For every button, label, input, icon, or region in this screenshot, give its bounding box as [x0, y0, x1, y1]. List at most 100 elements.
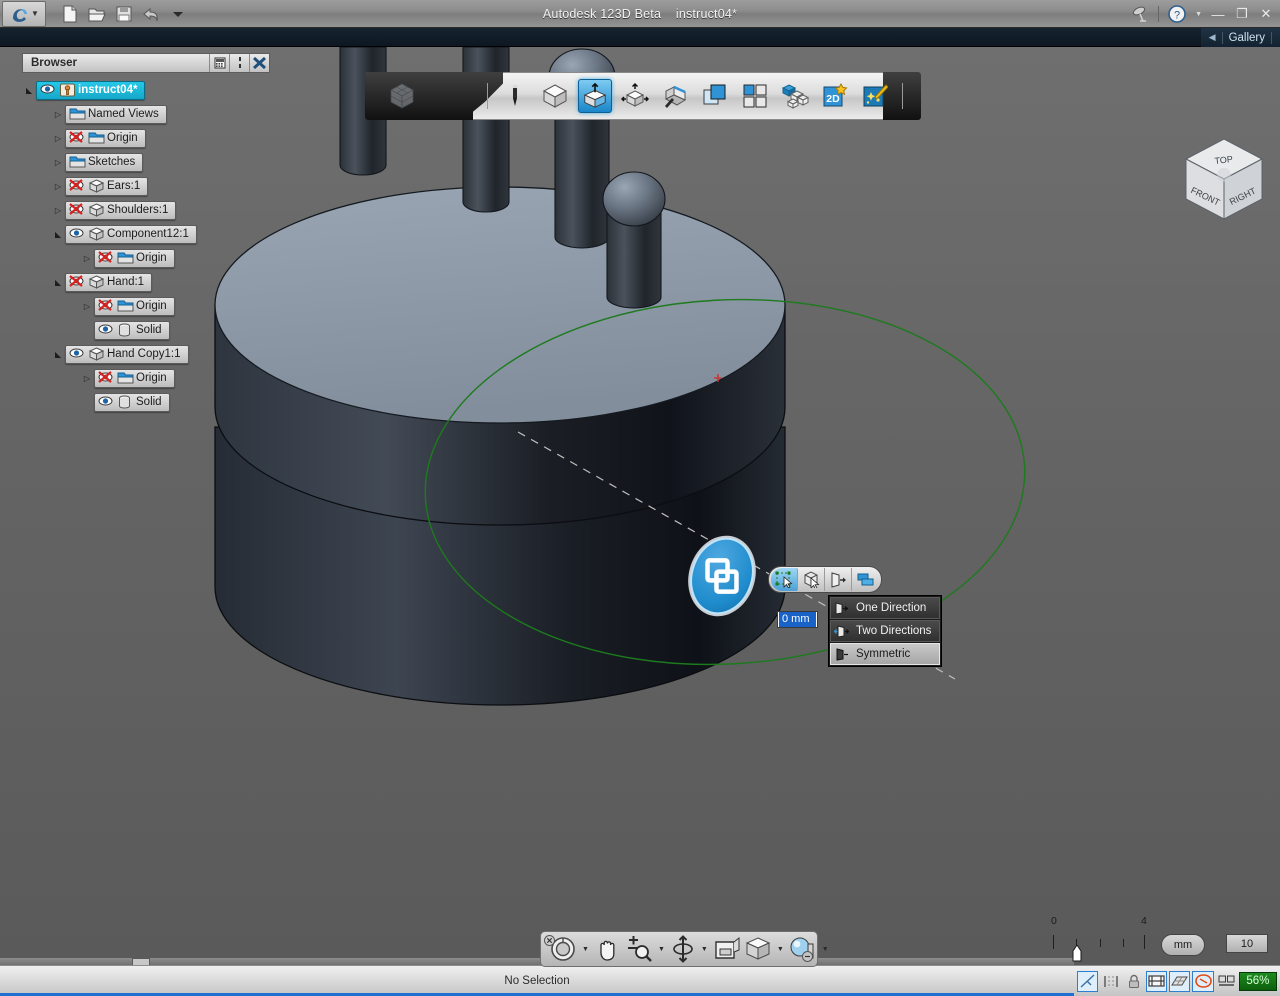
- tree-row[interactable]: Origin: [22, 296, 270, 316]
- tree-node-ears-1[interactable]: Ears:1: [65, 177, 148, 196]
- tree-node-hand-copy1-1[interactable]: Hand Copy1:1: [65, 345, 189, 364]
- primitives-tool[interactable]: [538, 79, 572, 113]
- view-style-dropdown-icon[interactable]: ▼: [777, 946, 784, 953]
- tree-row[interactable]: Component12:1: [22, 224, 270, 244]
- navigation-bar[interactable]: ▼ ▼ ▼ ▼: [540, 931, 818, 967]
- zoom-level-display[interactable]: 56%: [1239, 972, 1277, 991]
- customize-qat-icon[interactable]: [168, 4, 188, 24]
- ribbon-collapse-icon[interactable]: ◀: [1209, 32, 1216, 43]
- tree-twisty-icon[interactable]: [22, 86, 36, 95]
- visibility-off-icon[interactable]: [98, 371, 113, 385]
- display-dropdown-icon[interactable]: ▼: [822, 946, 829, 953]
- browser-filter-button[interactable]: [209, 54, 229, 72]
- select-solid-button[interactable]: [798, 568, 825, 591]
- grid-icon[interactable]: [1146, 971, 1167, 992]
- tree-node-named-views[interactable]: Named Views: [65, 105, 167, 124]
- extrude-gizmo[interactable]: [686, 531, 758, 621]
- tree-row[interactable]: Solid: [22, 392, 270, 412]
- visibility-icon[interactable]: [40, 83, 55, 97]
- extrude-mini-toolbar[interactable]: [768, 566, 882, 593]
- tree-twisty-icon[interactable]: [51, 278, 65, 287]
- visibility-icon[interactable]: [98, 395, 113, 409]
- undo-icon[interactable]: [141, 4, 161, 24]
- tree-node-sketches[interactable]: Sketches: [65, 153, 143, 172]
- drawing-2d-tool[interactable]: 2D: [818, 79, 852, 113]
- tree-row[interactable]: Ears:1: [22, 176, 270, 196]
- tree-node-component12-1[interactable]: Component12:1: [65, 225, 197, 244]
- app-menu-button[interactable]: ▼: [2, 1, 46, 27]
- visibility-off-icon[interactable]: [69, 131, 84, 145]
- visibility-off-icon[interactable]: [98, 251, 113, 265]
- visibility-off-icon[interactable]: [69, 203, 84, 217]
- direction-context-menu[interactable]: One Direction Two Directions Symmetric: [828, 595, 942, 667]
- tree-row[interactable]: Named Views: [22, 104, 270, 124]
- tree-node-shoulders-1[interactable]: Shoulders:1: [65, 201, 176, 220]
- gallery-tab[interactable]: ◀ Gallery: [1201, 28, 1280, 47]
- menu-item-two-directions[interactable]: Two Directions: [830, 620, 940, 642]
- open-file-icon[interactable]: [87, 4, 107, 24]
- operation-button[interactable]: [852, 568, 879, 591]
- main-toolbar[interactable]: 2D: [365, 72, 921, 120]
- menu-item-symmetric[interactable]: Symmetric: [830, 643, 940, 665]
- tree-node-origin[interactable]: Origin: [94, 297, 175, 316]
- toolbar-items[interactable]: 2D: [483, 72, 907, 120]
- tree-node-origin[interactable]: Origin: [94, 369, 175, 388]
- units-button[interactable]: mm: [1161, 934, 1205, 956]
- status-toggle-area[interactable]: 56%: [1074, 965, 1280, 996]
- orbit-dropdown-icon[interactable]: ▼: [701, 946, 708, 953]
- grid-scale-widget[interactable]: 0 4 1 mm 10: [1040, 915, 1270, 965]
- select-profile-button[interactable]: [771, 568, 798, 591]
- tree-row[interactable]: Origin: [22, 128, 270, 148]
- tree-row[interactable]: Hand:1: [22, 272, 270, 292]
- browser-tree[interactable]: instruct04* Named Views Origin Sketches Ears…: [22, 80, 270, 412]
- satellite-icon[interactable]: [1130, 4, 1150, 24]
- lock-icon[interactable]: [1123, 971, 1144, 992]
- tree-twisty-icon[interactable]: [80, 302, 94, 311]
- modify-tool[interactable]: [618, 79, 652, 113]
- tree-row[interactable]: Hand Copy1:1: [22, 344, 270, 364]
- pan-button[interactable]: [594, 935, 622, 963]
- navbar-pin-icon[interactable]: [802, 951, 813, 962]
- visibility-off-icon[interactable]: [98, 299, 113, 313]
- minimize-button[interactable]: —: [1210, 7, 1226, 22]
- sketch-tool[interactable]: [498, 79, 532, 113]
- browser-panel[interactable]: Browser instruct04*Named ViewsOriginSket…: [22, 53, 270, 416]
- look-at-button[interactable]: [713, 935, 741, 963]
- tree-twisty-icon[interactable]: [80, 374, 94, 383]
- help-dropdown-icon[interactable]: ▼: [1195, 11, 1202, 18]
- tree-twisty-icon[interactable]: [51, 158, 65, 167]
- tree-twisty-icon[interactable]: [51, 134, 65, 143]
- zoom-dropdown-icon[interactable]: ▼: [658, 946, 665, 953]
- tree-node-origin[interactable]: Origin: [65, 129, 146, 148]
- close-button[interactable]: ✕: [1258, 6, 1274, 22]
- tree-node-solid[interactable]: Solid: [94, 321, 170, 340]
- visibility-off-icon[interactable]: [69, 179, 84, 193]
- zoom-button[interactable]: [625, 935, 653, 963]
- tree-twisty-icon[interactable]: [51, 206, 65, 215]
- restore-button[interactable]: ❐: [1234, 6, 1250, 22]
- tree-twisty-icon[interactable]: [51, 182, 65, 191]
- tree-twisty-icon[interactable]: [80, 254, 94, 263]
- tree-row[interactable]: Origin: [22, 368, 270, 388]
- tree-row[interactable]: Solid: [22, 320, 270, 340]
- tree-row[interactable]: Origin: [22, 248, 270, 268]
- measure-icon[interactable]: [1100, 971, 1121, 992]
- tree-twisty-icon[interactable]: [51, 230, 65, 239]
- pattern-tool[interactable]: [658, 79, 692, 113]
- tree-row[interactable]: instruct04*: [22, 80, 270, 100]
- assemble-tool[interactable]: [778, 79, 812, 113]
- grid-value-field[interactable]: 10: [1226, 934, 1268, 953]
- save-file-icon[interactable]: [114, 4, 134, 24]
- tree-row[interactable]: Sketches: [22, 152, 270, 172]
- view-cube[interactable]: TOP FRONT RIGHT: [1178, 133, 1270, 225]
- navbar-close-icon[interactable]: [544, 935, 555, 946]
- orbit-button[interactable]: [670, 935, 696, 963]
- plane-icon[interactable]: [1169, 971, 1190, 992]
- visibility-icon[interactable]: [98, 323, 113, 337]
- tree-row[interactable]: Shoulders:1: [22, 200, 270, 220]
- visibility-icon[interactable]: [69, 227, 84, 241]
- construct-tool[interactable]: [578, 79, 612, 113]
- extrude-distance-input[interactable]: 0 mm: [777, 611, 818, 628]
- menu-item-one-direction[interactable]: One Direction: [830, 597, 940, 619]
- visibility-off-icon[interactable]: [69, 275, 84, 289]
